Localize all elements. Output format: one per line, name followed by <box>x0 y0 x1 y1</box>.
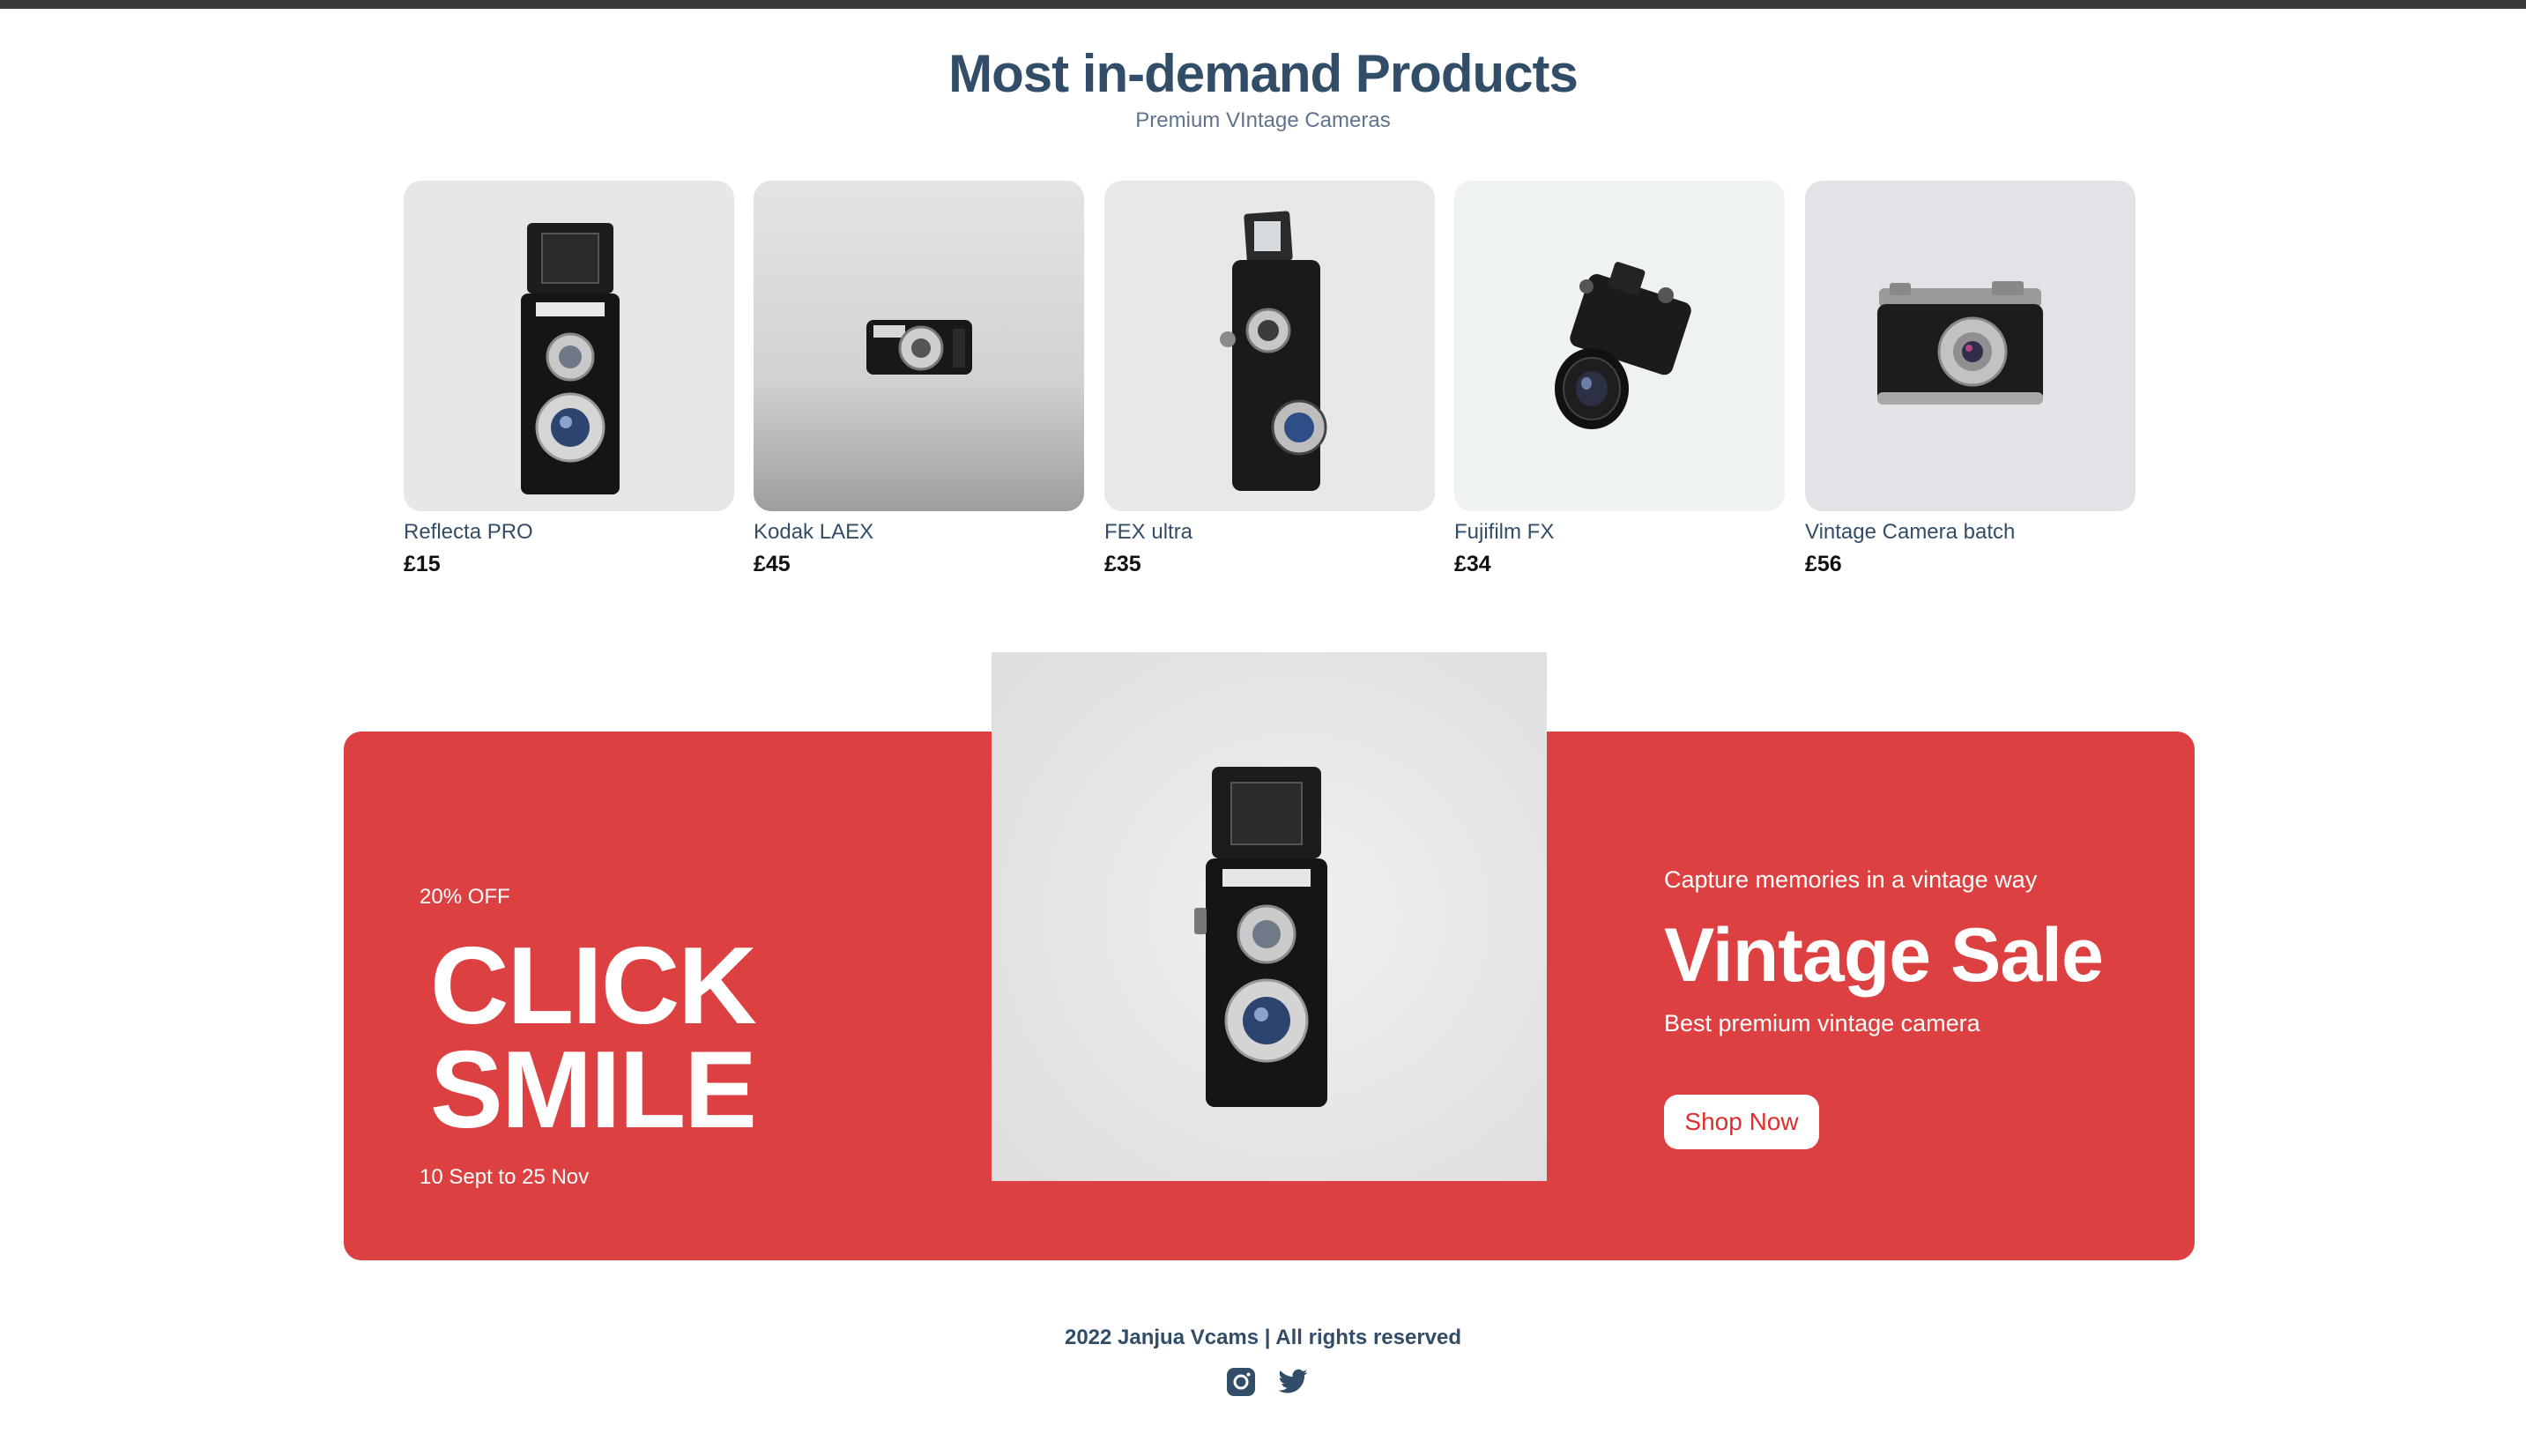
product-price: £34 <box>1454 552 1491 576</box>
product-card[interactable]: Reflecta PRO £15 <box>404 181 734 586</box>
product-price: £35 <box>1104 552 1141 576</box>
product-name: Fujifilm FX <box>1454 520 1555 544</box>
product-image[interactable] <box>404 181 734 511</box>
product-price: £56 <box>1805 552 1842 576</box>
social-icons <box>1225 1366 1313 1401</box>
product-card[interactable]: Vintage Camera batch £56 <box>1805 181 2136 586</box>
product-card[interactable]: FEX ultra £35 <box>1104 181 1435 586</box>
products-heading: Most in-demand Products Premium VIntage … <box>0 42 2526 134</box>
product-card[interactable]: Fujifilm FX £34 <box>1454 181 1785 586</box>
product-card[interactable]: Kodak LAEX £45 <box>754 181 1084 586</box>
product-image[interactable] <box>1805 181 2136 511</box>
product-name: Vintage Camera batch <box>1805 520 2016 544</box>
product-price: £45 <box>754 552 791 576</box>
discount-text: 20% OFF <box>420 885 510 909</box>
product-image[interactable] <box>1104 181 1435 511</box>
large-text-2: SMILE <box>430 1029 757 1151</box>
banner-image <box>992 652 1547 1181</box>
page-title: Most in-demand Products <box>948 44 1579 103</box>
sale-time: 10 Sept to 25 Nov <box>420 1165 590 1189</box>
shop-now-button[interactable]: Shop Now <box>1664 1095 1819 1149</box>
copyright-text: 2022 Janjua Vcams | All rights reserved <box>1064 1326 1462 1349</box>
top-bar <box>0 0 2526 9</box>
banner-right: Capture memories in a vintage way Vintag… <box>1664 864 2175 1149</box>
banner-description: Best premium vintage camera <box>1664 1010 1980 1036</box>
product-price: £15 <box>404 552 441 576</box>
instagram-icon[interactable] <box>1225 1366 1260 1401</box>
large-text-1: CLICK <box>430 925 757 1047</box>
product-image[interactable] <box>1454 181 1785 511</box>
product-name: FEX ultra <box>1104 520 1193 544</box>
footer: 2022 Janjua Vcams | All rights reserved <box>0 1320 2526 1356</box>
product-name: Kodak LAEX <box>754 520 874 544</box>
mid-text: Vintage Sale <box>1664 913 2104 998</box>
twitter-icon[interactable] <box>1276 1366 1311 1401</box>
page-subtitle: Premium VIntage Cameras <box>1135 108 1391 132</box>
product-image[interactable] <box>754 181 1084 511</box>
products-container: Reflecta PRO £15 Kodak LAEX £45 FEX ultr… <box>404 181 2136 586</box>
banner-left: 20% OFF CLICK SMILE 10 Sept to 25 Nov <box>420 881 948 1189</box>
product-name: Reflecta PRO <box>404 520 533 544</box>
small-text: Capture memories in a vintage way <box>1664 866 2038 893</box>
